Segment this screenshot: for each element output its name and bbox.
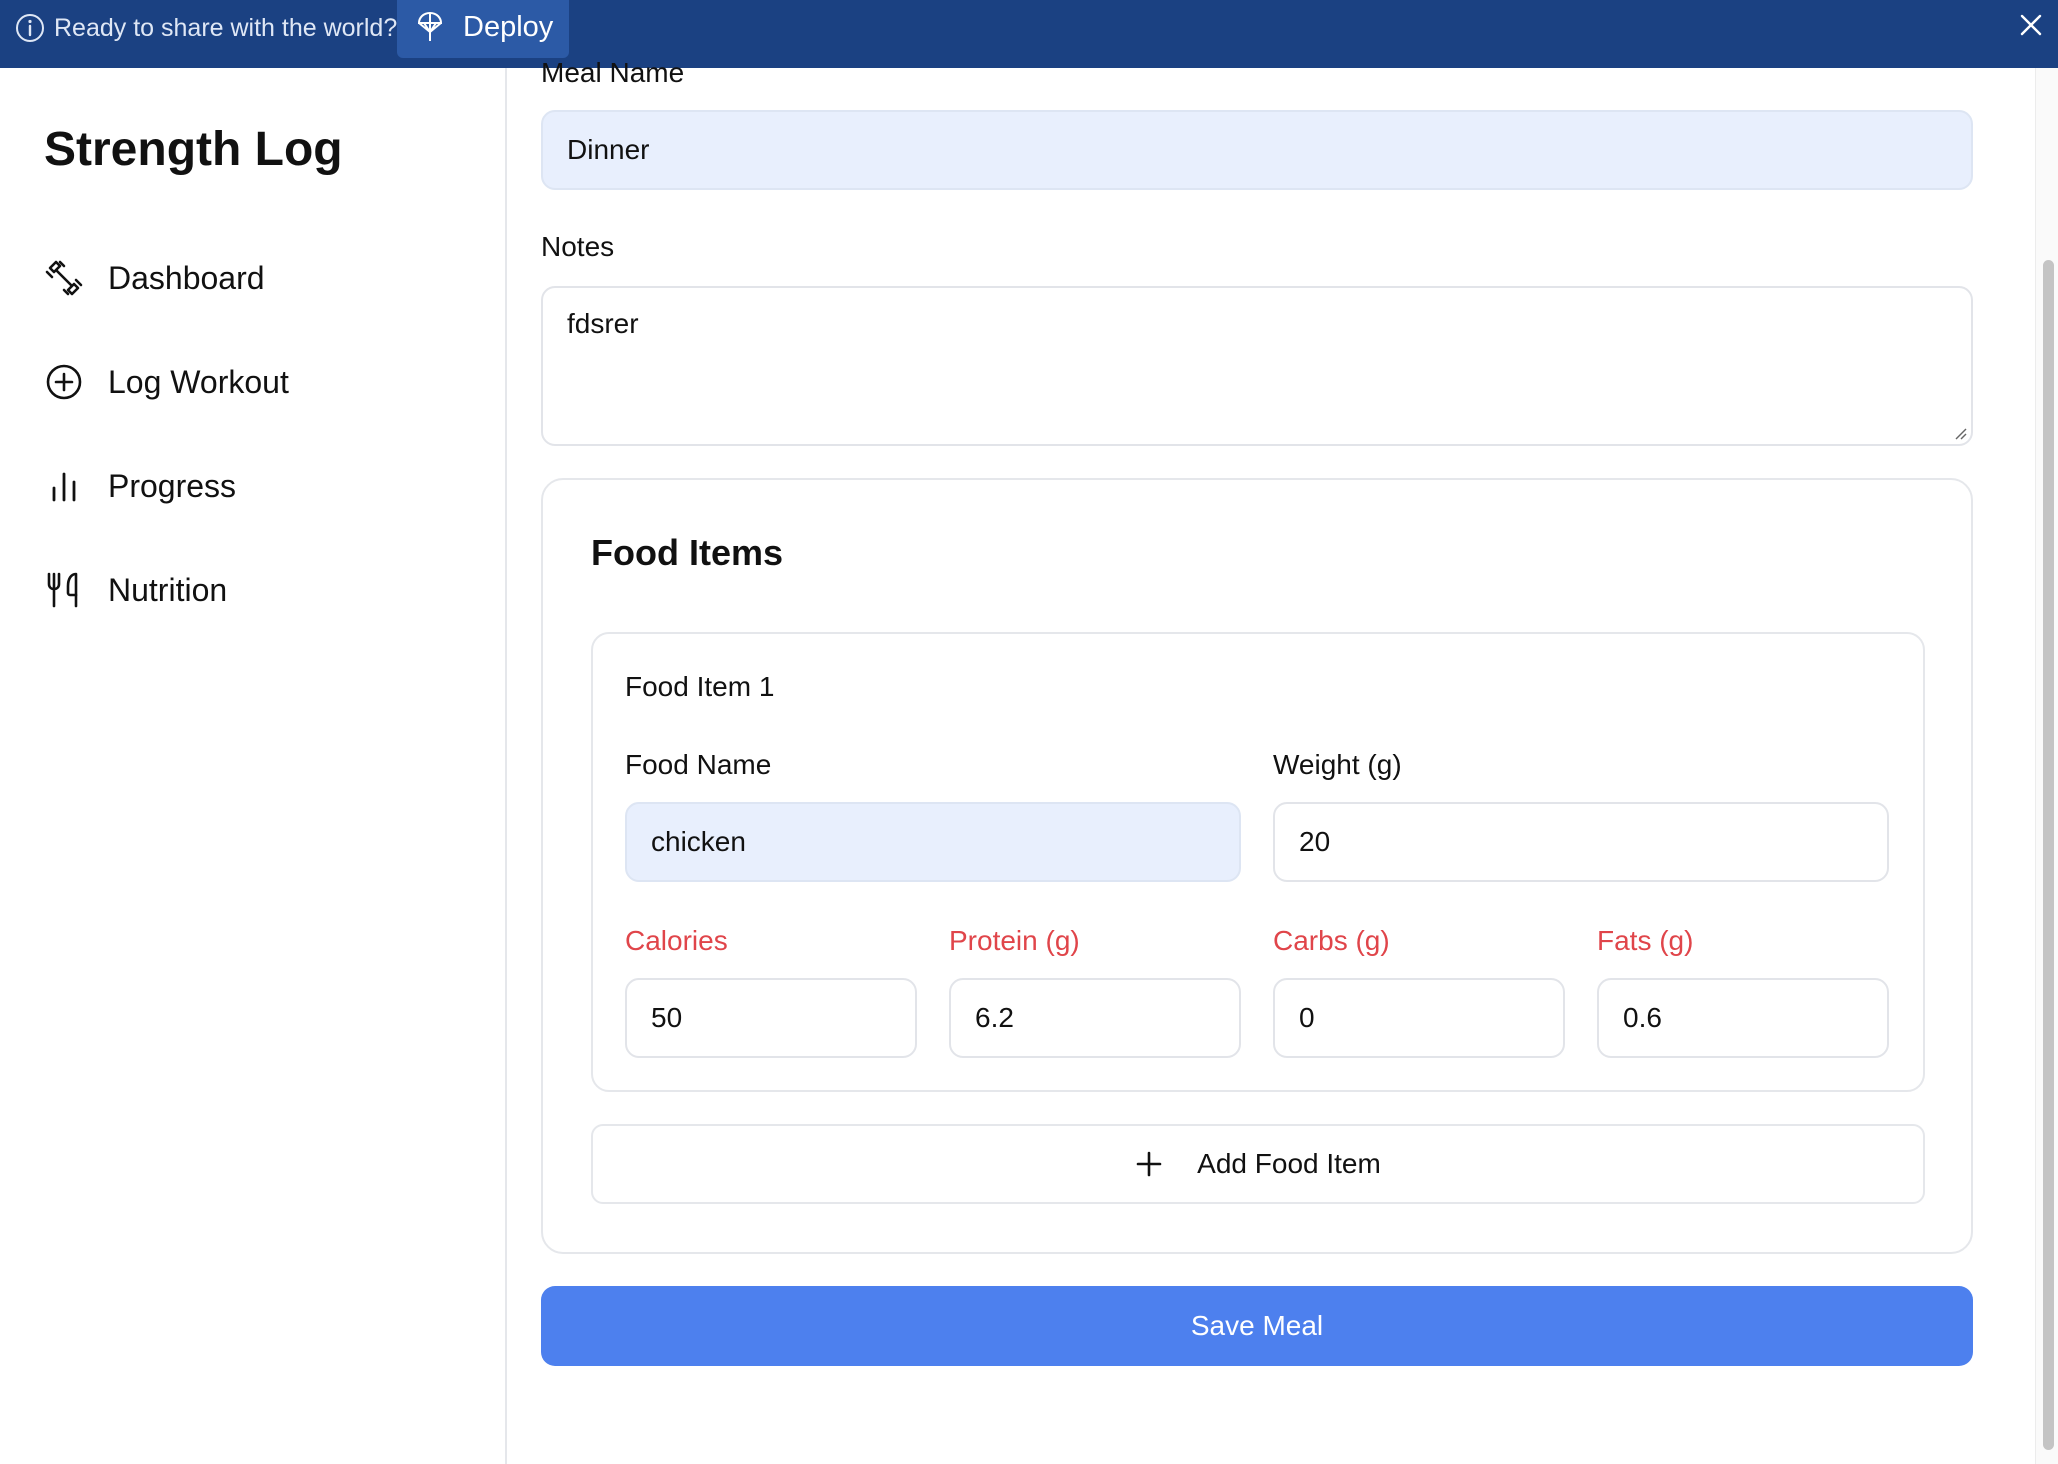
food-items-card: Food Items Food Item 1 Food Name chicken…: [541, 478, 1973, 1254]
meal-form: Meal Name Dinner Notes fdsrer Food Items…: [509, 57, 2035, 1464]
notes-textarea[interactable]: fdsrer: [541, 286, 1973, 446]
plus-icon: [1136, 1151, 1162, 1177]
sidebar-item-label: Dashboard: [108, 259, 265, 296]
deploy-button[interactable]: Deploy: [397, 0, 569, 58]
calories-label: Calories: [625, 925, 728, 956]
resize-handle-icon[interactable]: [1951, 424, 1967, 440]
sidebar-item-log-workout[interactable]: Log Workout: [44, 356, 464, 408]
rocket-icon: [417, 11, 443, 41]
calories-input[interactable]: 50: [625, 978, 917, 1058]
dumbbell-icon: [45, 260, 83, 296]
sidebar-item-dashboard[interactable]: Dashboard: [44, 252, 464, 304]
food-items-title: Food Items: [591, 532, 784, 573]
share-text: Ready to share with the world?: [54, 14, 398, 42]
add-food-item-label: Add Food Item: [1197, 1148, 1381, 1179]
sidebar-item-label: Progress: [108, 467, 237, 504]
fats-input[interactable]: 0.6: [1597, 978, 1889, 1058]
protein-label: Protein (g): [949, 925, 1080, 956]
sidebar-item-progress[interactable]: Progress: [44, 460, 464, 512]
sidebar-item-label: Log Workout: [108, 363, 289, 400]
bar-chart-icon: [52, 472, 76, 502]
utensils-icon: [47, 572, 78, 608]
food-item-card: Food Item 1 Food Name chicken Weight (g)…: [591, 632, 1925, 1092]
notes-value: fdsrer: [567, 308, 639, 339]
protein-input[interactable]: 6.2: [949, 978, 1241, 1058]
weight-label: Weight (g): [1273, 749, 1402, 780]
save-meal-button[interactable]: Save Meal: [541, 1286, 1973, 1366]
scrollbar-thumb[interactable]: [2043, 260, 2054, 1450]
sidebar-item-nutrition[interactable]: Nutrition: [44, 564, 464, 616]
app-title: Strength Log: [44, 123, 343, 176]
fats-label: Fats (g): [1597, 925, 1694, 956]
meal-name-input[interactable]: Dinner: [541, 110, 1973, 190]
plus-circle-icon: [46, 364, 82, 400]
food-name-label: Food Name: [625, 749, 772, 780]
carbs-input[interactable]: 0: [1273, 978, 1565, 1058]
sidebar-item-label: Nutrition: [108, 571, 228, 608]
food-item-heading: Food Item 1: [625, 671, 775, 702]
info-icon: [16, 14, 44, 42]
sidebar: Strength Log Dashboard Log Workout Progr…: [0, 68, 507, 1464]
weight-input[interactable]: 20: [1273, 802, 1889, 882]
deploy-banner: Ready to share with the world? Deploy: [0, 0, 2058, 68]
food-name-input[interactable]: chicken: [625, 802, 1241, 882]
notes-label: Notes: [541, 231, 615, 262]
deploy-label: Deploy: [463, 11, 554, 43]
carbs-label: Carbs (g): [1273, 925, 1390, 956]
add-food-item-button[interactable]: Add Food Item: [591, 1124, 1925, 1204]
meal-name-label: Meal Name: [541, 57, 685, 88]
close-icon[interactable]: [2018, 12, 2044, 38]
